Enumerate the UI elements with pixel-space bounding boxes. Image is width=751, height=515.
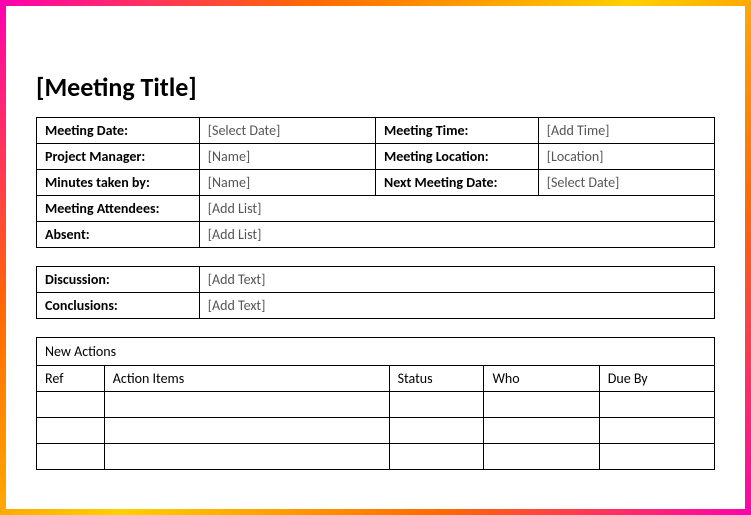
meeting-title[interactable]: [Meeting Title] [36, 71, 715, 103]
discussion-table: Discussion: [Add Text] Conclusions: [Add… [36, 266, 715, 319]
meeting-date-label: Meeting Date: [37, 118, 200, 144]
next-meeting-label: Next Meeting Date: [375, 170, 538, 196]
absent-label: Absent: [37, 222, 200, 248]
action-who-cell[interactable] [484, 392, 599, 418]
table-row: Project Manager: [Name] Meeting Location… [37, 144, 715, 170]
discussion-label: Discussion: [37, 267, 200, 293]
project-manager-value[interactable]: [Name] [199, 144, 375, 170]
action-ref-cell[interactable] [37, 444, 105, 470]
action-who-cell[interactable] [484, 444, 599, 470]
next-meeting-value[interactable]: [Select Date] [538, 170, 714, 196]
actions-header-status: Status [389, 366, 484, 392]
actions-header-ref: Ref [37, 366, 105, 392]
meeting-time-value[interactable]: [Add Time] [538, 118, 714, 144]
table-row: Meeting Date: [Select Date] Meeting Time… [37, 118, 715, 144]
table-row: Absent: [Add List] [37, 222, 715, 248]
meeting-details-table: Meeting Date: [Select Date] Meeting Time… [36, 117, 715, 248]
action-ref-cell[interactable] [37, 392, 105, 418]
action-items-cell[interactable] [104, 418, 389, 444]
actions-header-due: Due By [599, 366, 714, 392]
meeting-location-label: Meeting Location: [375, 144, 538, 170]
new-actions-title: New Actions [37, 338, 715, 366]
action-items-cell[interactable] [104, 444, 389, 470]
action-due-cell[interactable] [599, 392, 714, 418]
actions-header-items: Action Items [104, 366, 389, 392]
attendees-value[interactable]: [Add List] [199, 196, 714, 222]
minutes-taken-label: Minutes taken by: [37, 170, 200, 196]
meeting-location-value[interactable]: [Location] [538, 144, 714, 170]
discussion-value[interactable]: [Add Text] [199, 267, 714, 293]
table-row[interactable] [37, 444, 715, 470]
conclusions-label: Conclusions: [37, 293, 200, 319]
action-who-cell[interactable] [484, 418, 599, 444]
table-row: New Actions [37, 338, 715, 366]
action-status-cell[interactable] [389, 392, 484, 418]
attendees-label: Meeting Attendees: [37, 196, 200, 222]
meeting-time-label: Meeting Time: [375, 118, 538, 144]
table-row[interactable] [37, 392, 715, 418]
document-page: [Meeting Title] Meeting Date: [Select Da… [6, 6, 745, 509]
actions-header-who: Who [484, 366, 599, 392]
action-status-cell[interactable] [389, 444, 484, 470]
project-manager-label: Project Manager: [37, 144, 200, 170]
conclusions-value[interactable]: [Add Text] [199, 293, 714, 319]
table-row[interactable] [37, 418, 715, 444]
action-ref-cell[interactable] [37, 418, 105, 444]
meeting-date-value[interactable]: [Select Date] [199, 118, 375, 144]
table-row: Meeting Attendees: [Add List] [37, 196, 715, 222]
new-actions-table: New Actions Ref Action Items Status Who … [36, 337, 715, 470]
table-row: Minutes taken by: [Name] Next Meeting Da… [37, 170, 715, 196]
action-status-cell[interactable] [389, 418, 484, 444]
action-due-cell[interactable] [599, 444, 714, 470]
action-due-cell[interactable] [599, 418, 714, 444]
minutes-taken-value[interactable]: [Name] [199, 170, 375, 196]
absent-value[interactable]: [Add List] [199, 222, 714, 248]
table-row: Ref Action Items Status Who Due By [37, 366, 715, 392]
table-row: Discussion: [Add Text] [37, 267, 715, 293]
action-items-cell[interactable] [104, 392, 389, 418]
table-row: Conclusions: [Add Text] [37, 293, 715, 319]
